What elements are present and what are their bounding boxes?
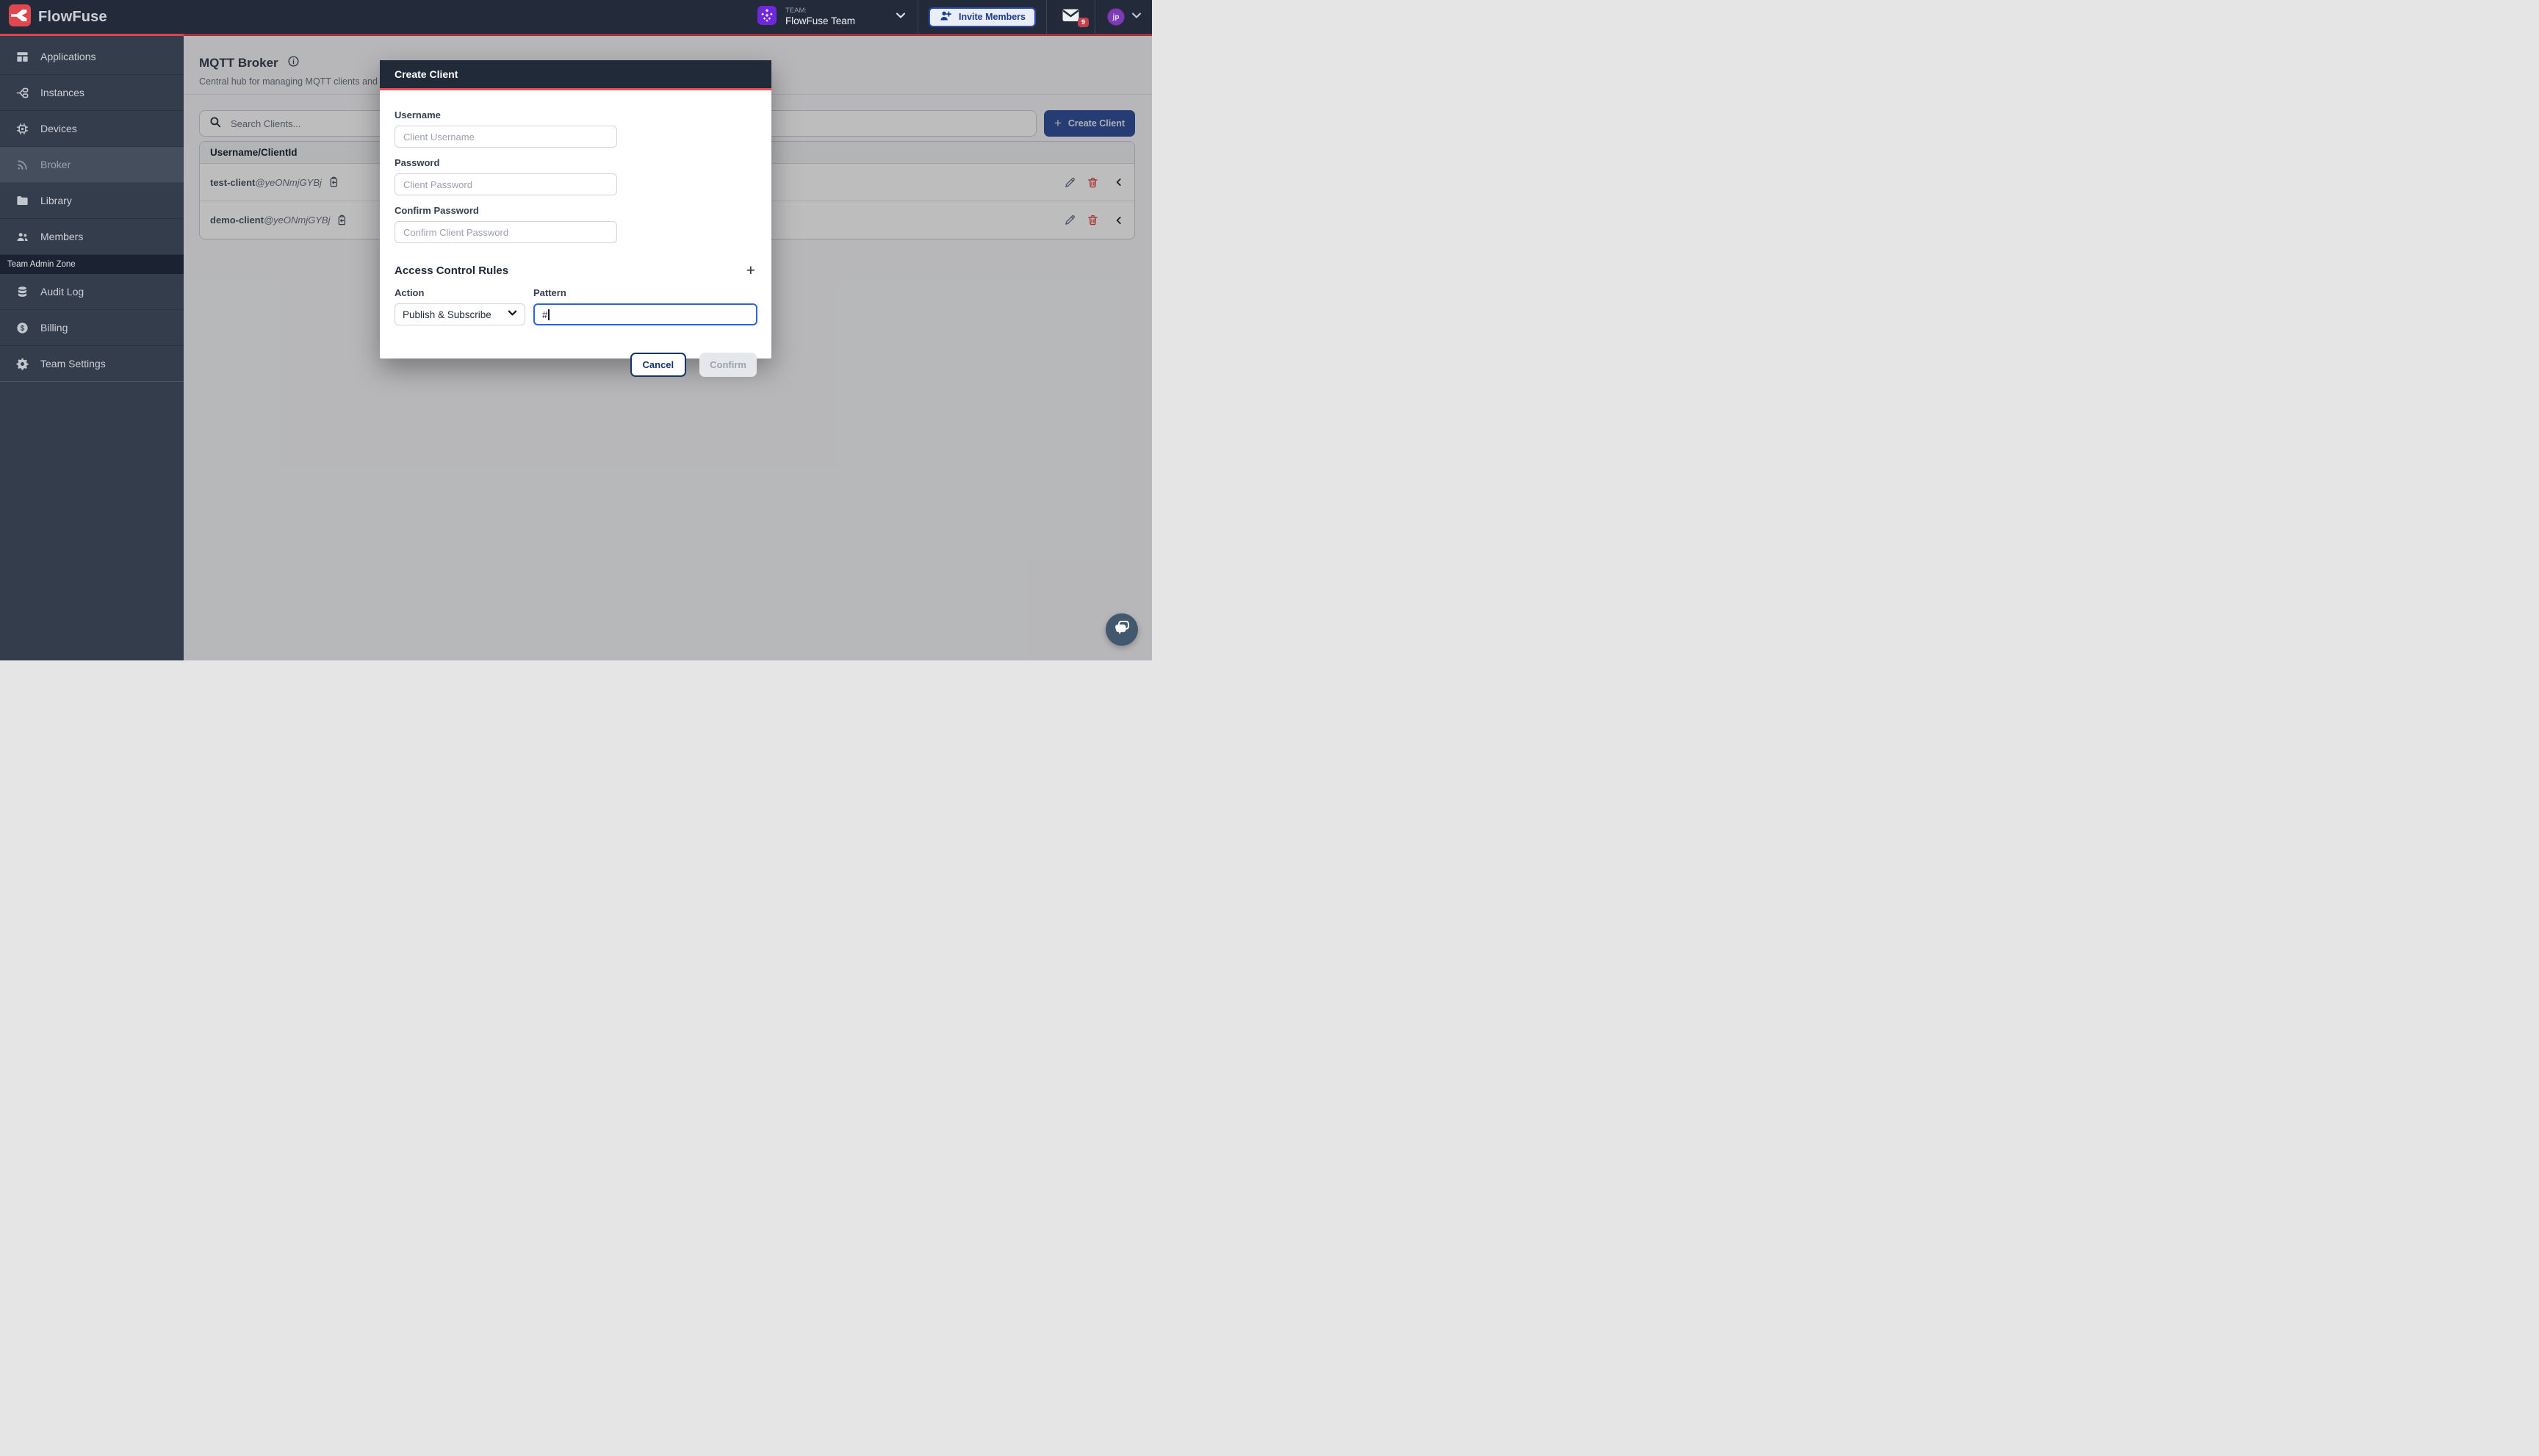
team-admin-zone-band: Team Admin Zone <box>0 255 184 274</box>
team-selector-info: TEAM: FlowFuse Team <box>757 6 855 29</box>
confirm-password-field-group: Confirm Password <box>395 205 757 243</box>
notification-count-badge: 9 <box>1078 18 1089 27</box>
sidebar-item-audit-log[interactable]: Audit Log <box>0 274 184 310</box>
sidebar-item-label: Team Settings <box>40 358 106 370</box>
sidebar-item-instances[interactable]: Instances <box>0 75 184 111</box>
billing-icon: $ <box>15 321 29 335</box>
sidebar-item-label: Broker <box>40 159 71 170</box>
action-column: Action Publish & Subscribe <box>395 287 525 325</box>
modal-actions: Cancel Confirm <box>395 353 757 377</box>
text-cursor <box>548 309 550 320</box>
chevron-down-icon <box>508 308 517 321</box>
chat-launcher-button[interactable] <box>1106 613 1138 646</box>
top-navbar: FlowFuse <box>0 0 1152 34</box>
action-select-value: Publish & Subscribe <box>403 309 491 320</box>
add-rule-plus-icon[interactable]: + <box>746 263 755 278</box>
svg-text:$: $ <box>21 324 25 332</box>
sidebar-item-members[interactable]: Members <box>0 219 184 255</box>
flowfuse-logo-icon <box>9 4 31 30</box>
gear-icon <box>15 357 29 371</box>
sidebar-item-applications[interactable]: Applications <box>0 39 184 75</box>
team-text: TEAM: FlowFuse Team <box>785 7 855 26</box>
app-window: FlowFuse <box>0 0 1152 660</box>
chevron-down-icon <box>1131 10 1142 24</box>
database-icon <box>15 285 29 299</box>
team-selector[interactable]: TEAM: FlowFuse Team <box>747 0 918 34</box>
sidebar: Applications Instances Devi <box>0 36 184 660</box>
members-icon <box>15 230 29 244</box>
instances-icon <box>15 86 29 100</box>
broker-icon <box>15 158 29 172</box>
pattern-column: Pattern # <box>533 287 757 325</box>
pattern-input[interactable]: # <box>533 303 757 325</box>
applications-icon <box>15 50 29 64</box>
action-select[interactable]: Publish & Subscribe <box>395 303 525 325</box>
library-folder-icon <box>15 194 29 208</box>
sidebar-item-library[interactable]: Library <box>0 183 184 219</box>
confirm-client-password-input[interactable] <box>395 221 617 243</box>
create-client-modal: Create Client Username Password Confirm … <box>380 60 771 358</box>
invite-members-button[interactable]: Invite Members <box>929 7 1036 27</box>
client-username-input[interactable] <box>395 126 617 148</box>
sidebar-item-label: Applications <box>40 51 96 62</box>
chevron-down-icon <box>896 10 906 24</box>
username-label: Username <box>395 109 757 120</box>
sidebar-item-team-settings[interactable]: Team Settings <box>0 346 184 382</box>
pattern-label: Pattern <box>533 287 757 298</box>
modal-title: Create Client <box>380 60 771 88</box>
user-avatar: jp <box>1107 8 1125 26</box>
sidebar-item-label: Audit Log <box>40 286 84 298</box>
team-label: TEAM: <box>785 7 855 15</box>
team-avatar-icon <box>757 6 777 29</box>
sidebar-item-label: Instances <box>40 87 84 98</box>
password-field-group: Password <box>395 157 757 195</box>
team-name: FlowFuse Team <box>785 15 855 27</box>
pattern-value: # <box>542 309 547 320</box>
action-label: Action <box>395 287 525 298</box>
user-menu[interactable]: jp <box>1095 0 1152 34</box>
devices-icon <box>15 122 29 136</box>
person-plus-icon <box>939 9 953 25</box>
acl-header: Access Control Rules + <box>395 263 757 278</box>
acl-heading: Access Control Rules <box>395 264 508 277</box>
sidebar-item-billing[interactable]: $ Billing <box>0 310 184 346</box>
flowfuse-logo[interactable]: FlowFuse <box>0 4 107 30</box>
modal-body: Username Password Confirm Password Acces… <box>380 90 771 377</box>
username-field-group: Username <box>395 109 757 148</box>
acl-rule-row: Action Publish & Subscribe Pattern # <box>395 287 757 325</box>
sidebar-item-broker[interactable]: Broker <box>0 147 184 183</box>
chat-bubbles-icon <box>1113 620 1131 640</box>
sidebar-item-label: Library <box>40 195 72 206</box>
sidebar-item-label: Billing <box>40 322 68 334</box>
password-label: Password <box>395 157 757 168</box>
invite-members-label: Invite Members <box>959 12 1026 22</box>
client-password-input[interactable] <box>395 173 617 195</box>
confirm-button[interactable]: Confirm <box>699 353 757 377</box>
sidebar-item-label: Devices <box>40 123 77 134</box>
notifications-button[interactable]: 9 <box>1047 0 1095 34</box>
confirm-password-label: Confirm Password <box>395 205 757 216</box>
brand-name: FlowFuse <box>38 9 107 26</box>
sidebar-item-label: Members <box>40 231 83 242</box>
sidebar-item-devices[interactable]: Devices <box>0 111 184 147</box>
navbar-right: TEAM: FlowFuse Team Invite Me <box>747 0 1152 34</box>
cancel-button[interactable]: Cancel <box>630 353 687 377</box>
